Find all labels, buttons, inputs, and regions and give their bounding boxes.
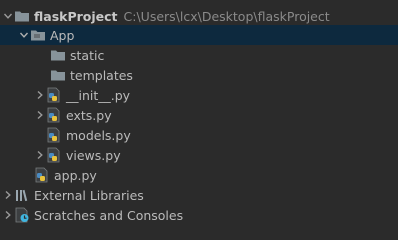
chevron-right-icon[interactable] xyxy=(34,105,46,125)
external-libraries-label: External Libraries xyxy=(34,187,144,203)
project-name: flaskProject xyxy=(34,8,118,24)
chevron-down-icon[interactable] xyxy=(2,6,14,26)
python-file-icon xyxy=(46,87,62,103)
folder-icon xyxy=(30,27,46,43)
folder-label-app: App xyxy=(50,27,75,43)
project-tree: flaskProject C:\Users\lcx\Desktop\flaskP… xyxy=(0,0,398,240)
folder-icon xyxy=(50,47,66,63)
libraries-icon xyxy=(14,187,30,203)
tree-node-init-py[interactable]: __init__.py xyxy=(0,85,398,105)
file-label-views-py: views.py xyxy=(66,147,121,163)
file-label-models-py: models.py xyxy=(66,127,131,143)
file-label-app-py: app.py xyxy=(54,167,97,183)
python-file-icon xyxy=(46,127,62,143)
folder-icon xyxy=(14,8,30,24)
tree-node-static[interactable]: static xyxy=(0,45,398,65)
folder-label-templates: templates xyxy=(70,67,133,83)
tree-node-app[interactable]: App xyxy=(0,25,398,45)
chevron-right-icon[interactable] xyxy=(34,145,46,165)
file-label-init-py: __init__.py xyxy=(66,87,131,103)
tree-node-templates[interactable]: templates xyxy=(0,65,398,85)
tree-node-scratches[interactable]: Scratches and Consoles xyxy=(0,205,398,225)
tree-node-exts-py[interactable]: exts.py xyxy=(0,105,398,125)
chevron-down-icon[interactable] xyxy=(18,25,30,45)
file-label-exts-py: exts.py xyxy=(66,107,112,123)
chevron-right-icon[interactable] xyxy=(2,185,14,205)
python-file-icon xyxy=(46,147,62,163)
tree-node-app-py[interactable]: app.py xyxy=(0,165,398,185)
scratches-label: Scratches and Consoles xyxy=(34,207,184,223)
tree-node-models-py[interactable]: models.py xyxy=(0,125,398,145)
tree-node-external-libraries[interactable]: External Libraries xyxy=(0,185,398,205)
tree-node-flaskproject[interactable]: flaskProject C:\Users\lcx\Desktop\flaskP… xyxy=(0,6,398,26)
chevron-right-icon[interactable] xyxy=(34,85,46,105)
folder-label-static: static xyxy=(70,47,105,63)
folder-icon xyxy=(50,67,66,83)
python-file-icon xyxy=(46,107,62,123)
chevron-right-icon[interactable] xyxy=(2,205,14,225)
python-file-icon xyxy=(34,167,50,183)
tree-node-views-py[interactable]: views.py xyxy=(0,145,398,165)
project-path: C:\Users\lcx\Desktop\flaskProject xyxy=(123,8,330,24)
scratches-icon xyxy=(14,207,30,223)
